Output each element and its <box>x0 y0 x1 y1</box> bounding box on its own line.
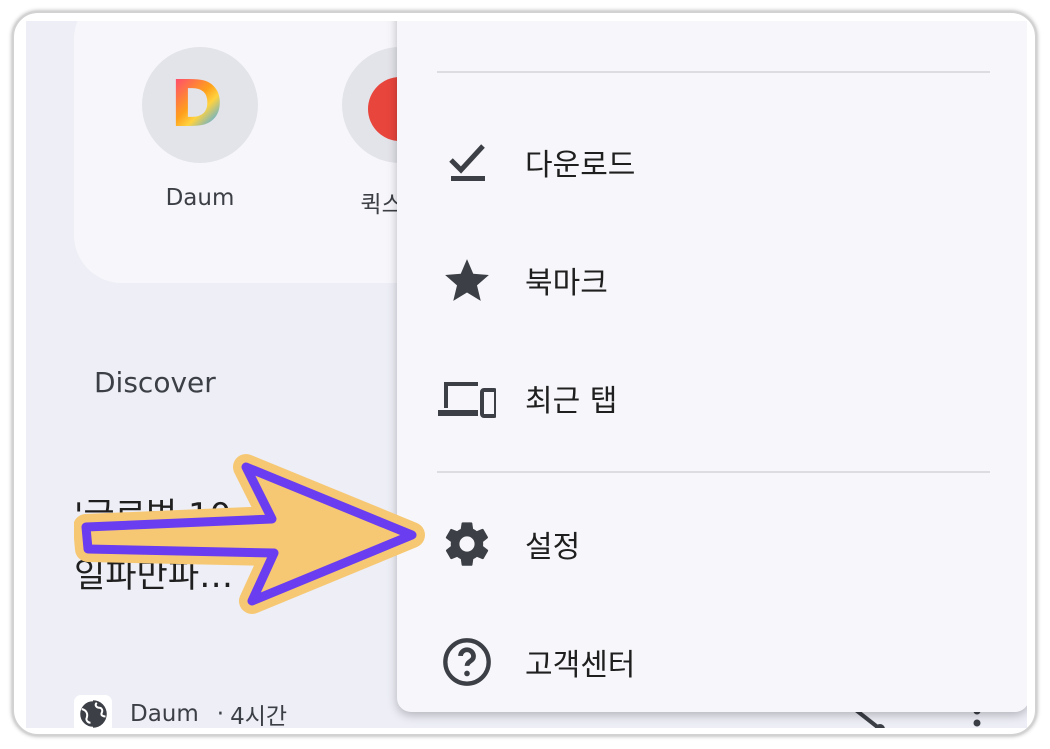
browser-new-tab-page: D Daum 퀵스타 - Discover '글로벌 10… 일파만파… Dau… <box>26 21 1027 728</box>
menu-item-label: 다운로드 <box>525 148 636 183</box>
article-meta: Daum · 4시간 <box>74 695 287 728</box>
help-icon <box>437 632 497 692</box>
discover-heading: Discover <box>94 366 216 399</box>
article-source: Daum <box>130 701 199 727</box>
menu-item-label: 최근 탭 <box>525 384 618 419</box>
star-icon <box>437 250 497 310</box>
screenshot-frame: D Daum 퀵스타 - Discover '글로벌 10… 일파만파… Dau… <box>12 11 1037 736</box>
shortcut-daum[interactable]: D Daum <box>142 47 258 211</box>
menu-item-downloads[interactable]: 다운로드 <box>397 107 1027 217</box>
menu-item-settings[interactable]: 설정 <box>397 489 1027 599</box>
menu-item-help[interactable]: 고객센터 <box>397 607 1027 717</box>
shortcut-label: Daum <box>165 185 235 211</box>
menu-item-label: 설정 <box>525 530 581 565</box>
menu-divider <box>437 471 990 473</box>
article-time: 4시간 <box>230 704 288 728</box>
globe-icon <box>74 695 112 728</box>
overflow-menu: 다운로드 북마크 최근 탭 설정 고객센터 <box>397 21 1027 712</box>
menu-item-label: 고객센터 <box>525 648 636 683</box>
menu-item-bookmarks[interactable]: 북마크 <box>397 225 1027 335</box>
download-check-icon <box>437 132 497 192</box>
meta-separator: · <box>216 701 225 727</box>
menu-item-recent-tabs[interactable]: 최근 탭 <box>397 343 1027 453</box>
gear-icon <box>437 514 497 574</box>
pointer-arrow-icon <box>74 454 425 614</box>
shortcut-daum-icon: D <box>142 47 258 163</box>
menu-divider <box>437 71 990 73</box>
devices-icon <box>437 368 497 428</box>
daum-logo-icon: D <box>170 68 224 142</box>
menu-item-label: 북마크 <box>525 266 608 301</box>
